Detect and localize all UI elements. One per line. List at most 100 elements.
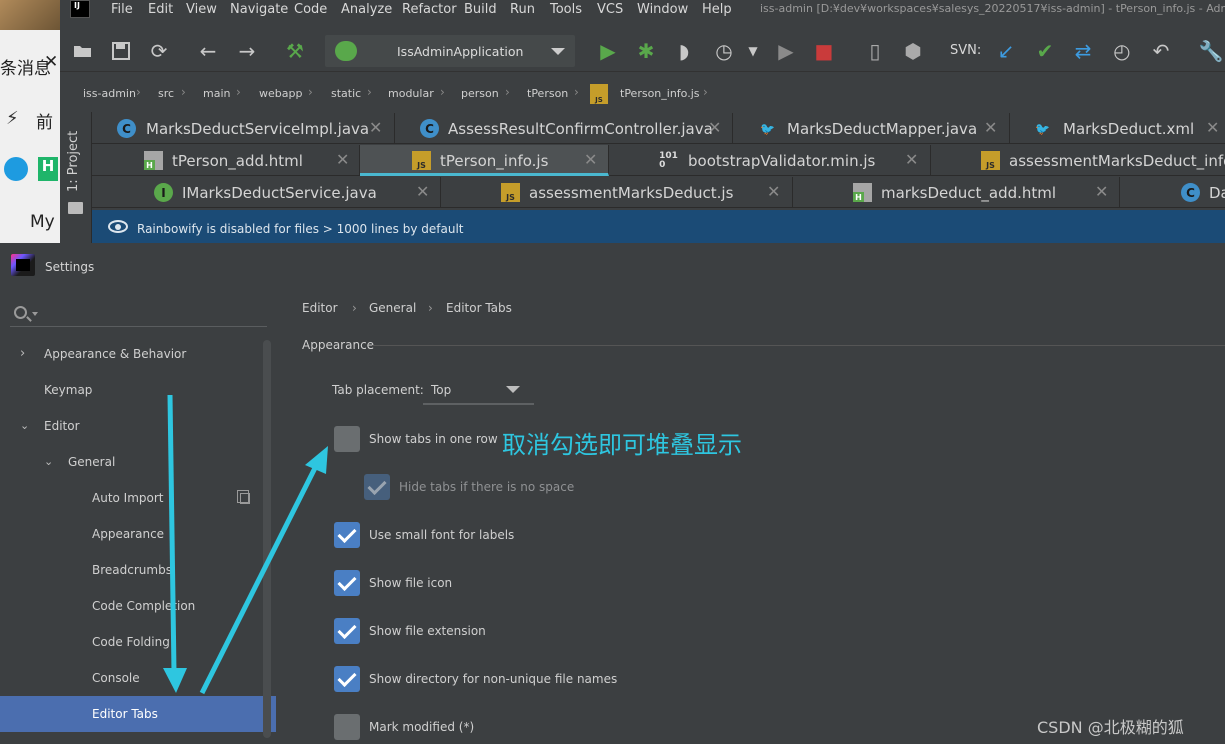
menu-run[interactable]: Run [510, 2, 535, 17]
chevron-down-icon[interactable]: ▼ [740, 38, 766, 64]
close-icon[interactable]: ✕ [584, 150, 597, 169]
menu-vcs[interactable]: VCS [597, 2, 623, 17]
tree-item-appearance[interactable]: Appearance [0, 516, 276, 552]
menu-file[interactable]: File [111, 2, 133, 17]
sidebar-scrollbar[interactable] [263, 340, 271, 738]
settings-wrench-icon[interactable]: 🔧 [1198, 38, 1224, 64]
breadcrumb-item[interactable]: modular [388, 87, 434, 100]
js-file-icon: JS [981, 151, 1000, 170]
breadcrumb-item[interactable]: static [331, 87, 361, 100]
editor-tab[interactable]: 101 0 bootstrapValidator.min.js ✕ [609, 145, 931, 176]
tree-item-appearance-behavior[interactable]: › Appearance & Behavior [0, 336, 276, 372]
breadcrumb-item[interactable]: tPerson [527, 87, 568, 100]
project-tool-window-strip[interactable]: 1: Project [60, 112, 92, 243]
debug-icon[interactable]: ✱ [633, 38, 659, 64]
open-icon[interactable] [70, 38, 96, 64]
mark-modified-checkbox[interactable] [334, 714, 360, 740]
tree-item-code-folding[interactable]: Code Folding [0, 624, 276, 660]
tree-item-editor-tabs[interactable]: Editor Tabs [0, 696, 276, 732]
close-icon[interactable]: ✕ [767, 182, 780, 201]
package-icon[interactable]: ⬢ [900, 38, 926, 64]
tree-item-general[interactable]: ⌄ General [0, 444, 276, 480]
close-icon[interactable]: ✕ [416, 182, 429, 201]
chevron-down-icon[interactable]: ⌄ [20, 419, 29, 432]
device-icon[interactable]: ▯ [862, 38, 888, 64]
project-panel-label[interactable]: 1: Project [66, 131, 81, 192]
run-configuration-select[interactable]: IssAdminApplication [325, 35, 575, 67]
menu-navigate[interactable]: Navigate [230, 2, 288, 17]
menu-help[interactable]: Help [702, 2, 732, 17]
editor-tab[interactable]: 🐦 MarksDeduct.xml ✕ [1010, 113, 1225, 144]
svn-update-icon[interactable]: ↙ [993, 38, 1019, 64]
editor-tab[interactable]: C AssessResultConfirmController.java ✕ [395, 113, 733, 144]
resume-icon[interactable]: ▶ [773, 38, 799, 64]
editor-tab[interactable]: H marksDeduct_add.html ✕ [793, 177, 1120, 208]
menu-window[interactable]: Window [637, 2, 688, 17]
tree-item-breadcrumbs[interactable]: Breadcrumbs [0, 552, 276, 588]
close-icon[interactable]: ✕ [984, 118, 997, 137]
breadcrumb-item[interactable]: General [369, 301, 416, 315]
editor-tab[interactable]: C MarksDeductServiceImpl.java ✕ [92, 113, 395, 144]
breadcrumb-item[interactable]: iss-admin [83, 87, 136, 100]
menu-code[interactable]: Code [294, 2, 327, 17]
small-font-labels-checkbox[interactable] [334, 522, 360, 548]
breadcrumb-item[interactable]: main [203, 87, 230, 100]
close-icon[interactable]: ✕ [336, 150, 349, 169]
editor-tab[interactable]: H tPerson_add.html ✕ [92, 145, 360, 176]
save-icon[interactable] [108, 38, 134, 64]
editor-tab-active[interactable]: JS tPerson_info.js ✕ [360, 145, 609, 176]
revert-icon[interactable]: ↶ [1148, 38, 1174, 64]
menu-tools[interactable]: Tools [550, 2, 582, 17]
close-icon[interactable]: ✕ [369, 118, 382, 137]
coverage-icon[interactable]: ◗ [671, 38, 697, 64]
tab-placement-select[interactable]: Top [423, 375, 534, 405]
chevron-right-icon: › [574, 85, 579, 99]
close-icon[interactable]: ✕ [1206, 118, 1219, 137]
menu-analyze[interactable]: Analyze [341, 2, 392, 17]
menu-edit[interactable]: Edit [148, 2, 173, 17]
build-hammer-icon[interactable]: ⚒ [282, 38, 308, 64]
show-tabs-one-row-checkbox[interactable] [334, 426, 360, 452]
chevron-right-icon[interactable]: › [20, 346, 25, 361]
back-icon[interactable]: ← [195, 38, 221, 64]
chevron-down-icon[interactable]: ⌄ [44, 455, 53, 468]
menu-view[interactable]: View [186, 2, 217, 17]
settings-search[interactable] [10, 303, 267, 327]
editor-tab[interactable]: C Da [1120, 177, 1225, 208]
svn-commit-icon[interactable]: ✔ [1032, 38, 1058, 64]
menu-refactor[interactable]: Refactor [402, 2, 457, 17]
menu-build[interactable]: Build [464, 2, 497, 17]
history-icon[interactable]: ◴ [1109, 38, 1135, 64]
editor-tab[interactable]: 🐦 MarksDeductMapper.java ✕ [733, 113, 1010, 144]
sync-icon[interactable]: ⟳ [146, 38, 172, 64]
close-icon[interactable]: ✕ [905, 150, 918, 169]
editor-tab[interactable]: I IMarksDeductService.java ✕ [92, 177, 441, 208]
breadcrumb-item[interactable]: Editor [302, 301, 338, 315]
svn-compare-icon[interactable]: ⇄ [1070, 38, 1096, 64]
tree-item-editor[interactable]: ⌄ Editor [0, 408, 276, 444]
search-icon[interactable] [14, 306, 27, 319]
forward-icon[interactable]: → [234, 38, 260, 64]
editor-tab[interactable]: JS assessmentMarksDeduct_info.js [931, 145, 1225, 176]
profile-icon[interactable]: ◷ [711, 38, 737, 64]
close-icon[interactable]: ✕ [708, 118, 721, 137]
tree-item-auto-import[interactable]: Auto Import [0, 480, 276, 516]
editor-tab[interactable]: JS assessmentMarksDeduct.js ✕ [441, 177, 793, 208]
show-file-icon-checkbox[interactable] [334, 570, 360, 596]
breadcrumb-item[interactable]: webapp [259, 87, 302, 100]
tree-item-keymap[interactable]: Keymap [0, 372, 276, 408]
breadcrumb-item[interactable]: tPerson_info.js [620, 87, 700, 100]
run-icon[interactable]: ▶ [595, 38, 621, 64]
tree-item-console[interactable]: Console [0, 660, 276, 696]
show-directory-checkbox[interactable] [334, 666, 360, 692]
breadcrumb-item[interactable]: person [461, 87, 499, 100]
search-input[interactable] [42, 303, 262, 325]
close-icon[interactable]: ✕ [1095, 182, 1108, 201]
tree-item-code-completion[interactable]: Code Completion [0, 588, 276, 624]
chevron-down-icon[interactable] [32, 312, 38, 316]
stop-icon[interactable]: ■ [811, 38, 837, 64]
hide-tabs-no-space-checkbox[interactable] [364, 474, 390, 500]
breadcrumb-item[interactable]: src [158, 87, 174, 100]
close-icon[interactable]: ✕ [44, 52, 58, 72]
show-file-extension-checkbox[interactable] [334, 618, 360, 644]
